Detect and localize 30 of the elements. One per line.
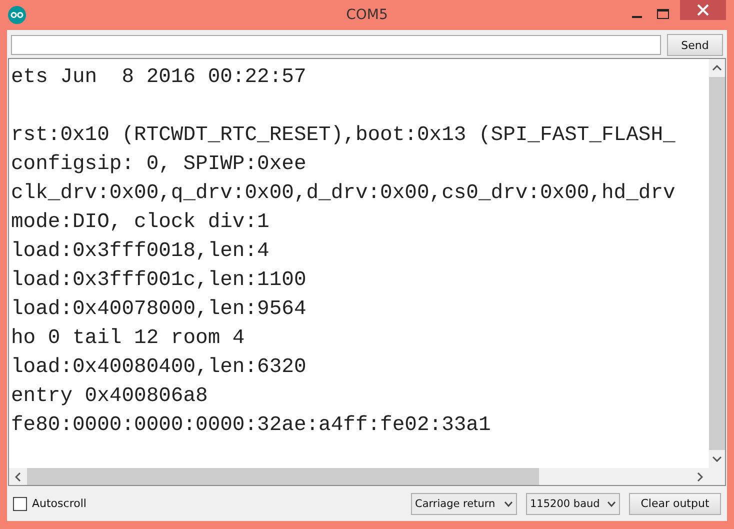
output-line: rst:0x10 (RTCWDT_RTC_RESET),boot:0x13 (SPI_FAST_FLASH_ bbox=[11, 123, 676, 149]
output-line: ho 0 tail 12 room 4 bbox=[11, 326, 246, 352]
output-line: entry 0x400806a8 bbox=[11, 384, 209, 410]
vertical-scrollbar[interactable] bbox=[709, 59, 725, 468]
output-line: mode:DIO, clock div:1 bbox=[11, 210, 270, 236]
caret-icon bbox=[607, 500, 616, 506]
message-input-field[interactable] bbox=[11, 35, 661, 55]
scroll-right-icon[interactable] bbox=[697, 472, 703, 482]
output-line: load:0x3fff0018,len:4 bbox=[11, 239, 270, 265]
caret-icon bbox=[504, 500, 513, 506]
output-line: fe80:0000:0000:0000:32ae:a4ff:fe02:33a1 bbox=[11, 413, 492, 439]
output-line: clk_drv:0x00,q_drv:0x00,d_drv:0x00,cs0_drv:0x00,hd_drv bbox=[11, 181, 676, 207]
window-title: COM5 bbox=[346, 7, 388, 23]
scroll-down-icon[interactable] bbox=[712, 456, 722, 462]
scroll-up-icon[interactable] bbox=[712, 65, 722, 71]
output-line: configsip: 0, SPIWP:0xee bbox=[11, 152, 308, 178]
output-line: ets Jun 8 2016 00:22:57 bbox=[11, 65, 308, 91]
scroll-left-icon[interactable] bbox=[15, 472, 21, 482]
close-icon[interactable] bbox=[680, 0, 726, 20]
autoscroll-label: Autoscroll bbox=[32, 497, 86, 510]
line-ending-dropdown[interactable]: Carriage return bbox=[411, 492, 517, 514]
output-line: load:0x40080400,len:6320 bbox=[11, 355, 308, 381]
send-button[interactable]: Send bbox=[667, 34, 723, 56]
autoscroll-checkbox[interactable] bbox=[13, 496, 27, 510]
output-line: load:0x3fff001c,len:1100 bbox=[11, 268, 308, 294]
infinity-logo-icon bbox=[8, 6, 26, 24]
horizontal-scrollbar[interactable] bbox=[9, 468, 725, 485]
clear-output-button[interactable]: Clear output bbox=[629, 492, 721, 514]
baud-rate-dropdown[interactable]: 115200 baud bbox=[526, 492, 620, 514]
output-line: load:0x40078000,len:9564 bbox=[11, 297, 308, 323]
